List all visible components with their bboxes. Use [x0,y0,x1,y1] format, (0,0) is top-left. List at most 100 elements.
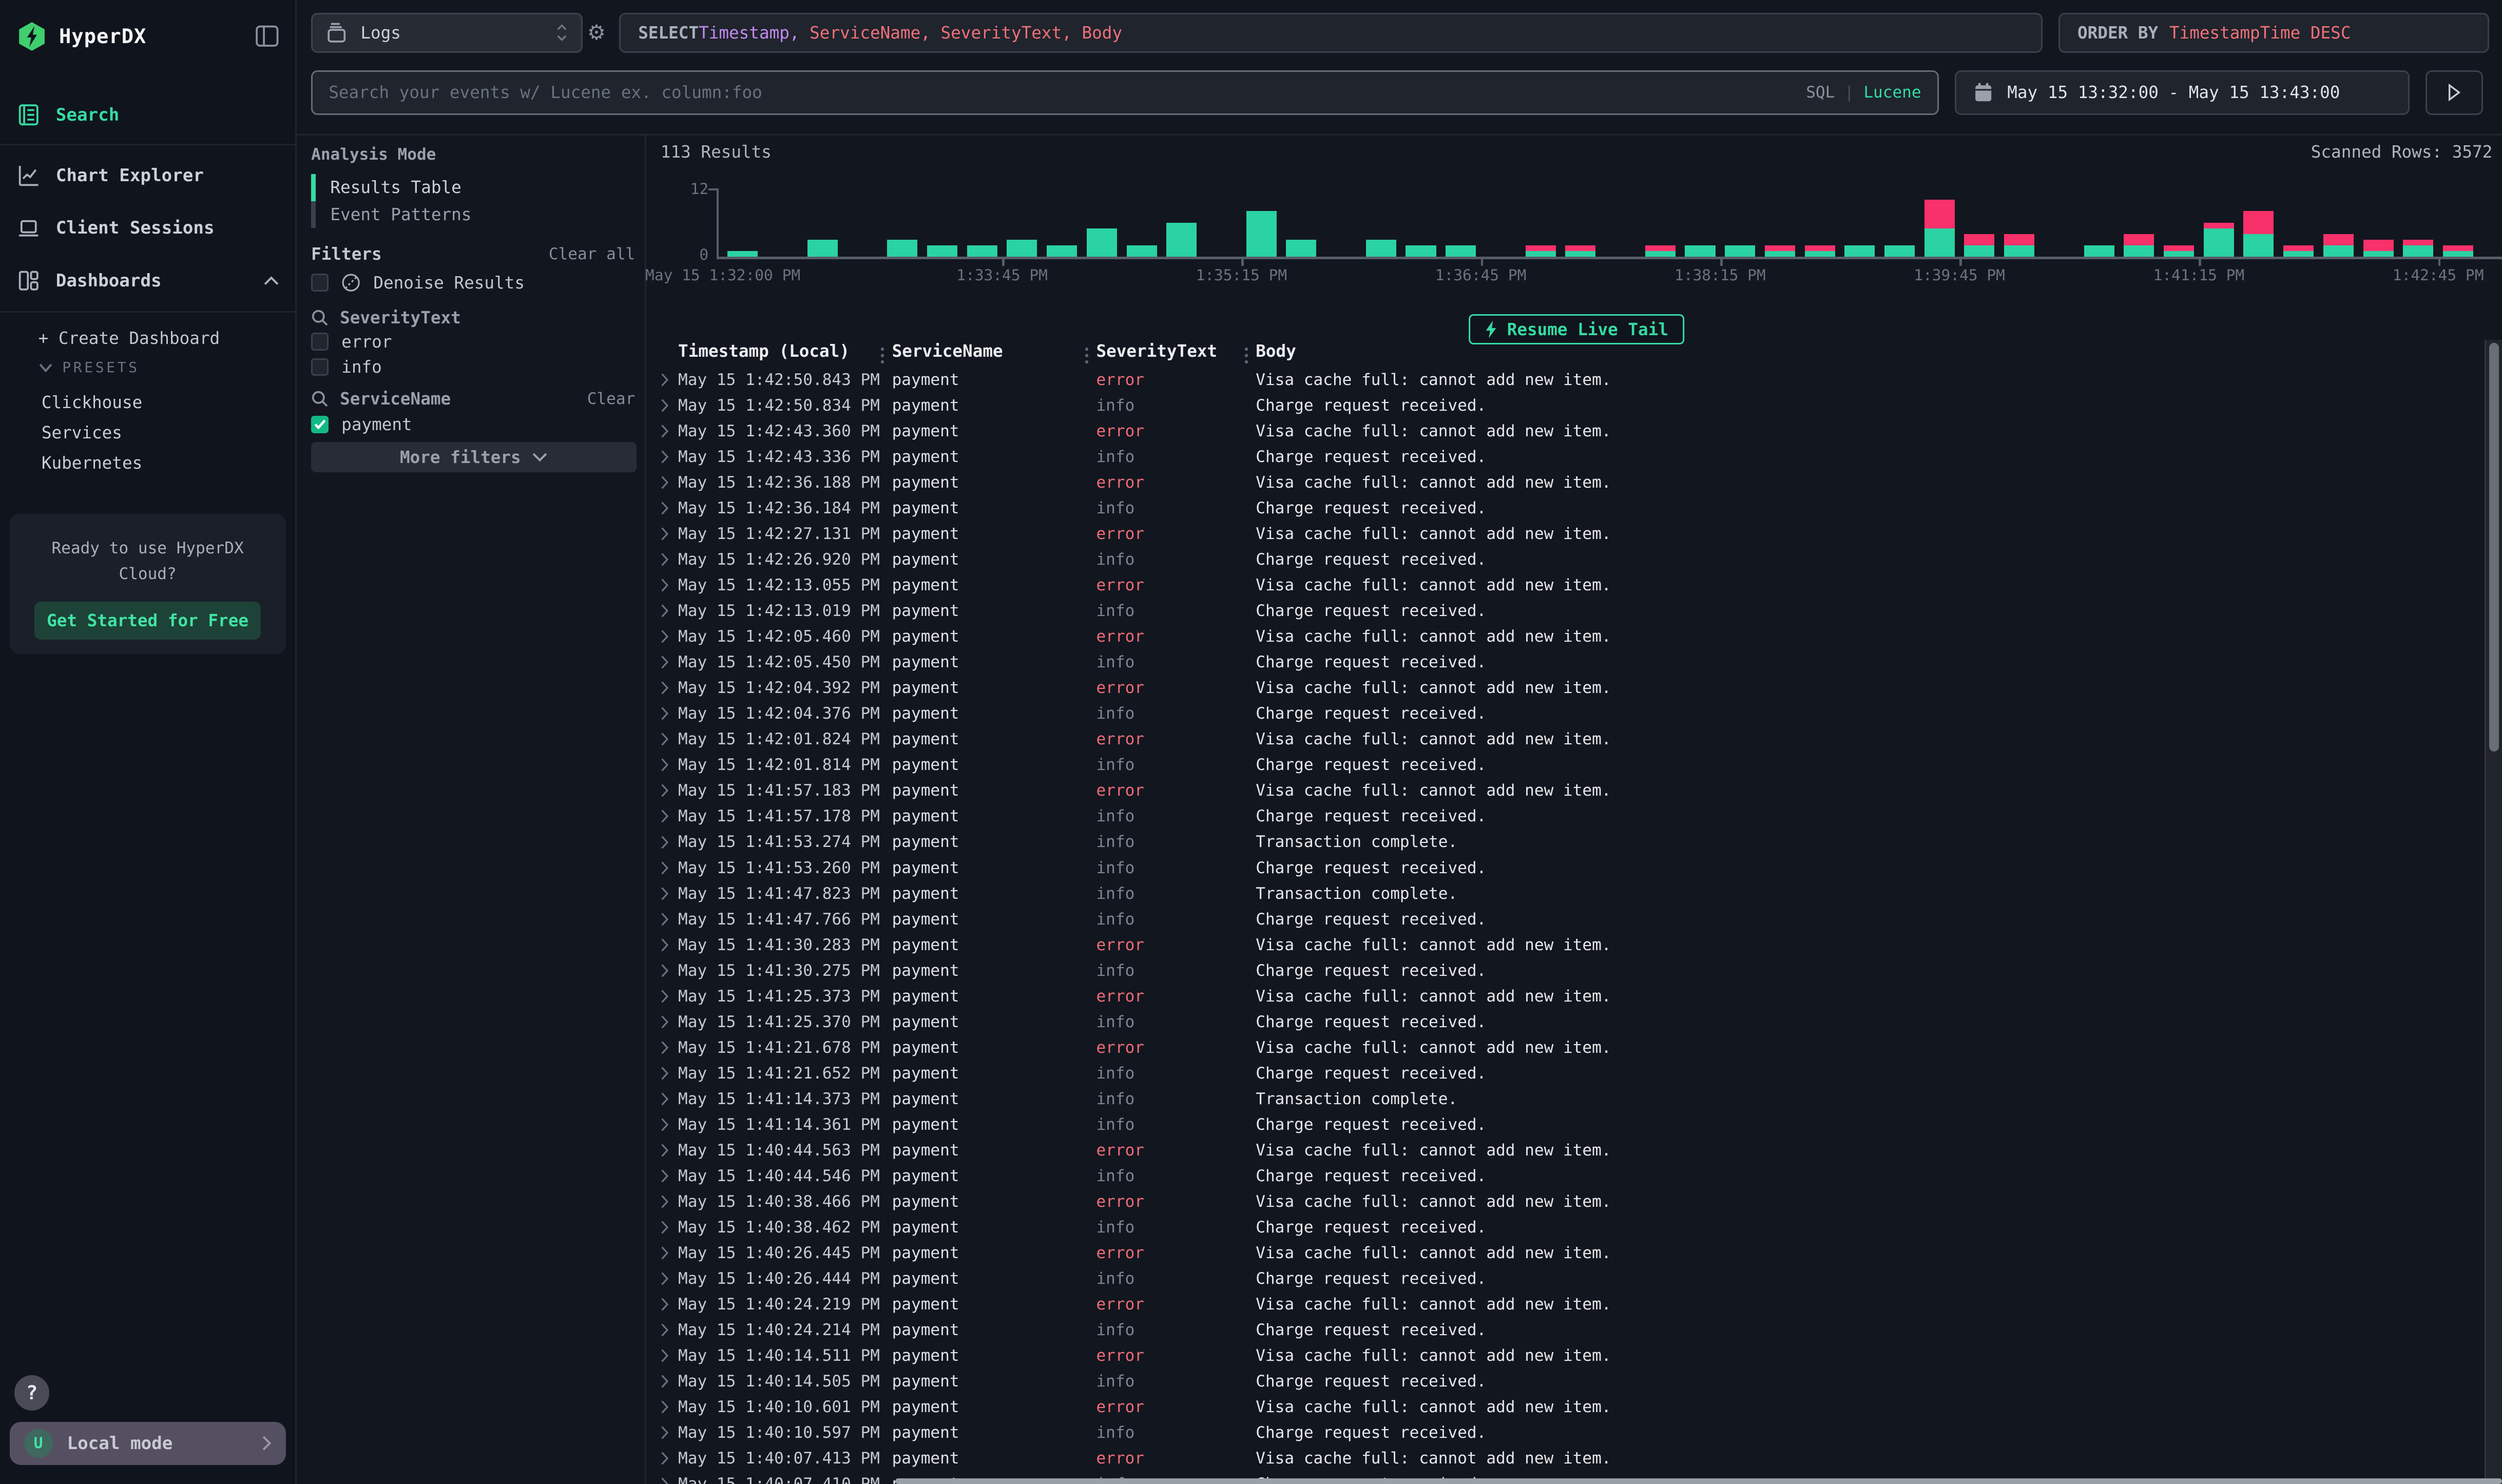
row-expand-chevron-icon[interactable] [661,424,678,438]
checkbox-unchecked[interactable] [311,274,329,291]
table-row[interactable]: May 15 1:40:10.601 PM payment error Visa… [648,1394,2481,1420]
row-expand-chevron-icon[interactable] [661,450,678,464]
chart-bar[interactable] [1645,245,1676,257]
row-expand-chevron-icon[interactable] [661,1323,678,1337]
table-row[interactable]: May 15 1:41:57.178 PM payment info Charg… [648,803,2481,829]
row-expand-chevron-icon[interactable] [661,1092,678,1106]
sql-mode-toggle[interactable]: SQL [1806,83,1835,102]
chart-bar[interactable] [2124,234,2154,257]
row-expand-chevron-icon[interactable] [661,886,678,901]
table-row[interactable]: May 15 1:40:44.563 PM payment error Visa… [648,1138,2481,1163]
table-row[interactable]: May 15 1:40:38.462 PM payment info Charg… [648,1215,2481,1240]
chart-bar[interactable] [1087,228,1117,257]
column-header-timestamp[interactable]: Timestamp (Local) [678,341,892,361]
table-row[interactable]: May 15 1:40:14.505 PM payment info Charg… [648,1369,2481,1394]
vertical-scrollbar[interactable] [2485,340,2502,1484]
table-row[interactable]: May 15 1:41:21.678 PM payment error Visa… [648,1035,2481,1061]
table-row[interactable]: May 15 1:40:24.219 PM payment error Visa… [648,1292,2481,1317]
table-row[interactable]: May 15 1:40:26.445 PM payment error Visa… [648,1240,2481,1266]
chart-bar[interactable] [887,240,917,257]
chart-bar[interactable] [1246,211,1277,257]
more-filters-button[interactable]: More filters [311,442,637,472]
chart-bar[interactable] [2323,234,2354,257]
row-expand-chevron-icon[interactable] [661,783,678,798]
table-row[interactable]: May 15 1:42:05.460 PM payment error Visa… [648,624,2481,649]
clear-service-filter-button[interactable]: Clear [587,390,636,408]
table-row[interactable]: May 15 1:42:26.920 PM payment info Charg… [648,547,2481,572]
presets-toggle[interactable]: PRESETS [39,359,140,376]
chart-bar[interactable] [1127,245,1157,257]
row-expand-chevron-icon[interactable] [661,1169,678,1183]
row-expand-chevron-icon[interactable] [661,1400,678,1414]
chart-bar[interactable] [1685,245,1715,257]
table-row[interactable]: May 15 1:40:07.413 PM payment error Visa… [648,1446,2481,1471]
checkbox-checked[interactable] [311,416,329,433]
chart-bar[interactable] [1007,240,1037,257]
row-expand-chevron-icon[interactable] [661,501,678,515]
chart-bar[interactable] [1765,245,1795,257]
table-row[interactable]: May 15 1:41:47.823 PM payment info Trans… [648,881,2481,907]
chart-bar[interactable] [1406,245,1436,257]
row-expand-chevron-icon[interactable] [661,475,678,490]
row-expand-chevron-icon[interactable] [661,552,678,567]
row-expand-chevron-icon[interactable] [661,1015,678,1029]
row-expand-chevron-icon[interactable] [661,629,678,644]
row-expand-chevron-icon[interactable] [661,1066,678,1081]
chart-bar[interactable] [1565,245,1595,257]
chart-bar[interactable] [1884,245,1915,257]
chart-bar[interactable] [727,251,758,257]
row-expand-chevron-icon[interactable] [661,732,678,746]
filter-option-info[interactable]: info [311,357,382,377]
search-icon[interactable] [311,390,329,408]
table-row[interactable]: May 15 1:41:25.370 PM payment info Charg… [648,1009,2481,1035]
create-dashboard-button[interactable]: + Create Dashboard [39,329,220,348]
sidebar-item-kubernetes[interactable]: Kubernetes [42,453,142,473]
row-expand-chevron-icon[interactable] [661,1374,678,1389]
chart-bar[interactable] [2204,223,2234,257]
chart-bar[interactable] [1526,245,1556,257]
table-row[interactable]: May 15 1:42:50.843 PM payment error Visa… [648,367,2481,393]
chart-bar[interactable] [2243,211,2274,257]
source-select[interactable]: Logs [311,13,582,53]
table-row[interactable]: May 15 1:40:10.597 PM payment info Charg… [648,1420,2481,1446]
gear-icon[interactable]: ⚙ [587,19,606,46]
row-expand-chevron-icon[interactable] [661,963,678,978]
table-row[interactable]: May 15 1:42:04.392 PM payment error Visa… [648,675,2481,701]
lucene-mode-toggle[interactable]: Lucene [1863,83,1921,102]
chart-bar[interactable] [1805,245,1835,257]
row-expand-chevron-icon[interactable] [661,527,678,541]
local-mode-button[interactable]: U Local mode [10,1422,286,1465]
row-expand-chevron-icon[interactable] [661,1143,678,1158]
chart-bar[interactable] [1725,245,1755,257]
table-row[interactable]: May 15 1:40:38.466 PM payment error Visa… [648,1189,2481,1215]
table-row[interactable]: May 15 1:42:04.376 PM payment info Charg… [648,701,2481,726]
table-row[interactable]: May 15 1:41:30.283 PM payment error Visa… [648,932,2481,958]
chart-bar[interactable] [807,240,838,257]
table-row[interactable]: May 15 1:42:01.814 PM payment info Charg… [648,752,2481,778]
chart-bar[interactable] [2004,234,2034,257]
chart-bar[interactable] [2283,245,2314,257]
row-expand-chevron-icon[interactable] [661,681,678,695]
row-expand-chevron-icon[interactable] [661,1194,678,1209]
table-row[interactable]: May 15 1:42:13.019 PM payment info Charg… [648,598,2481,624]
help-button[interactable]: ? [14,1375,49,1410]
tab-event-patterns[interactable]: Event Patterns [311,201,471,228]
table-row[interactable]: May 15 1:42:43.336 PM payment info Charg… [648,444,2481,470]
table-row[interactable]: May 15 1:41:25.373 PM payment error Visa… [648,984,2481,1009]
sidebar-collapse-icon[interactable] [255,24,279,48]
chart-bar[interactable] [1366,240,1396,257]
row-expand-chevron-icon[interactable] [661,604,678,618]
clear-all-button[interactable]: Clear all [549,245,635,263]
time-range-picker[interactable]: May 15 13:32:00 - May 15 13:43:00 [1955,70,2410,115]
column-resize-handle[interactable] [881,346,884,363]
checkbox-unchecked[interactable] [311,358,329,376]
sidebar-item-services[interactable]: Services [42,423,122,442]
chart-bar[interactable] [927,245,957,257]
chart-bar[interactable] [967,245,997,257]
tab-results-table[interactable]: Results Table [311,174,471,201]
filter-option-error[interactable]: error [311,332,392,352]
row-expand-chevron-icon[interactable] [661,1246,678,1260]
row-expand-chevron-icon[interactable] [661,989,678,1004]
table-row[interactable]: May 15 1:40:26.444 PM payment info Charg… [648,1266,2481,1292]
row-expand-chevron-icon[interactable] [661,1220,678,1235]
